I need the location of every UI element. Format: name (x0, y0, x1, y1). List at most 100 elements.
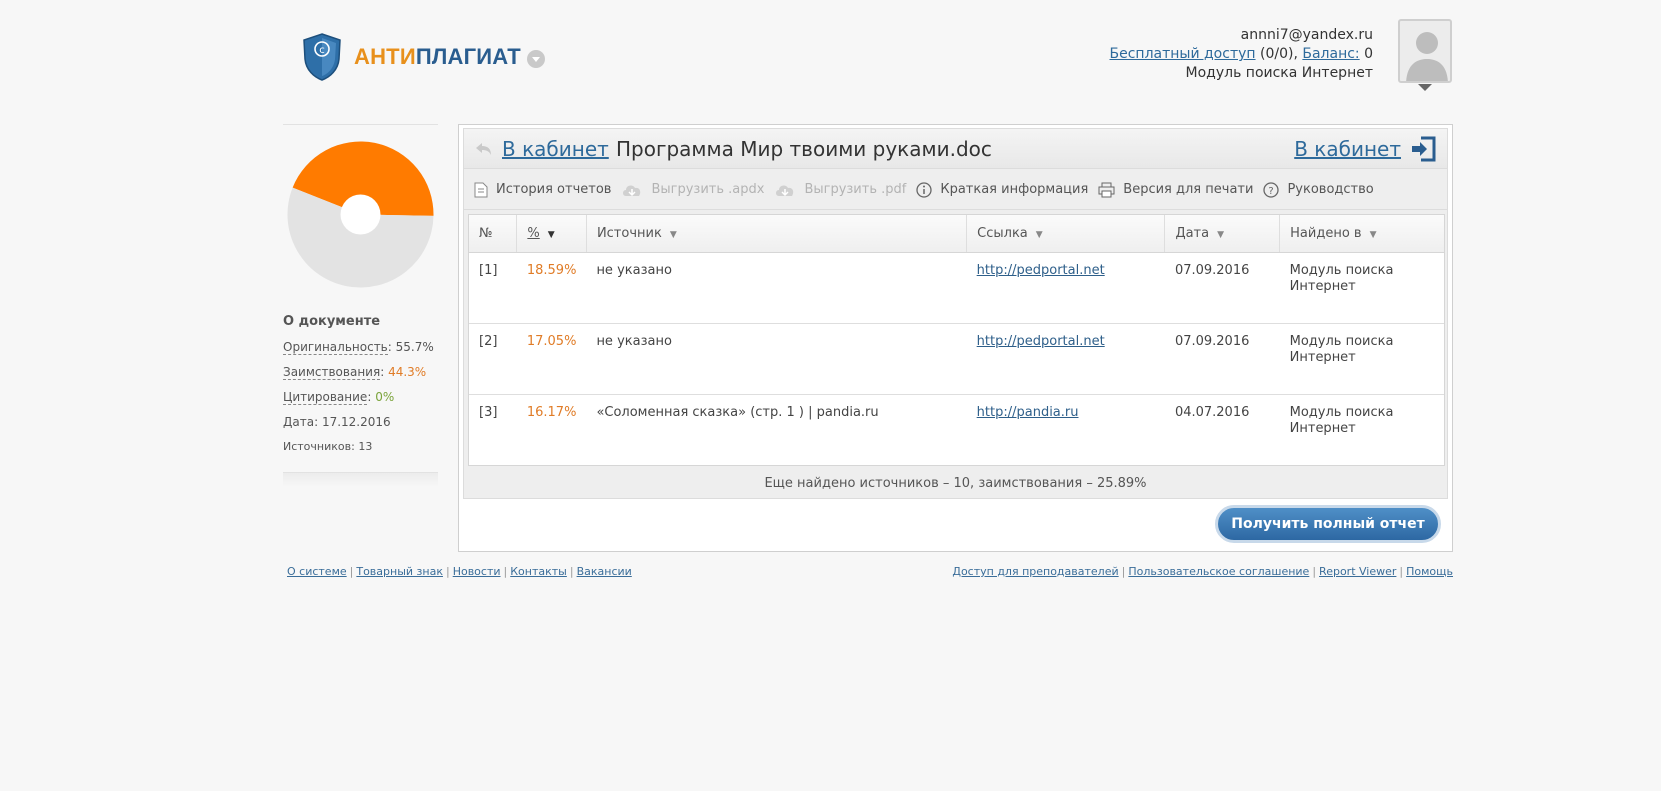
row-percent: 16.17% (526, 404, 577, 420)
export-pdf-label: Выгрузить .pdf (804, 182, 907, 197)
history-button[interactable]: История отчетов (474, 182, 611, 198)
shield-logo-icon: c (303, 33, 341, 81)
search-module: Модуль поиска Интернет (1185, 65, 1373, 81)
row-found-in: Модуль поиска Интернет (1289, 404, 1394, 436)
export-pdf-button[interactable]: Выгрузить .pdf (774, 182, 906, 197)
export-apdx-button[interactable]: Выгрузить .apdx (621, 182, 764, 197)
footer-left-links: О системе | Товарный знак | Новости | Контакты… (287, 565, 632, 578)
brief-info-label: Краткая информация (940, 182, 1089, 197)
column-header-source[interactable]: Источник ▼ (586, 215, 968, 253)
back-to-cabinet-link[interactable]: В кабинет (502, 137, 609, 161)
table-row[interactable]: [1] 18.59% не указано http://pedportal.n… (469, 252, 1444, 324)
info-icon (916, 181, 932, 198)
svg-text:?: ? (1269, 186, 1274, 197)
footer-link-teachers[interactable]: Доступ для преподавателей (952, 565, 1118, 578)
sidebar-divider (283, 472, 438, 487)
sort-down-icon: ▼ (669, 229, 677, 240)
sources-table: № % ▼ Источник ▼ Ссылка ▼ Дата ▼ Найдено в ▼ … (469, 215, 1444, 465)
logo[interactable]: c АНТИПЛАГИАТ (302, 33, 545, 81)
avatar[interactable] (1398, 19, 1452, 83)
row-link[interactable]: http://pedportal.net (977, 263, 1105, 278)
row-source: «Соломенная сказка» (стр. 1 ) | pandia.r… (596, 404, 879, 420)
footer-link-news[interactable]: Новости (453, 565, 501, 578)
date-value: 17.12.2016 (321, 415, 391, 429)
column-header-percent[interactable]: % ▼ (516, 215, 587, 253)
printer-icon (1098, 182, 1115, 197)
footer-link-contacts[interactable]: Контакты (510, 565, 567, 578)
chevron-down-icon[interactable] (526, 50, 545, 68)
borrowing-stat: Заимствования: 44.3% (283, 365, 427, 380)
column-header-link[interactable]: Ссылка ▼ (966, 215, 1166, 253)
pie-center-hole (340, 194, 381, 235)
guide-button[interactable]: ? Руководство (1263, 181, 1374, 198)
cabinet-link[interactable]: В кабинет (1294, 137, 1401, 161)
row-source: не указано (586, 323, 967, 395)
borrowing-label[interactable]: Заимствования (283, 365, 381, 380)
column-header-found-in[interactable]: Найдено в ▼ (1279, 215, 1444, 253)
balance-link[interactable]: Баланс: (1302, 46, 1359, 62)
row-link[interactable]: http://pandia.ru (977, 405, 1079, 420)
document-info-title: О документе (283, 314, 381, 329)
footer-link-help[interactable]: Помощь (1406, 565, 1453, 578)
brief-info-button[interactable]: Краткая информация (916, 181, 1089, 198)
back-arrow-icon[interactable] (474, 139, 494, 159)
footer-right-links: Доступ для преподавателей | Пользовательск… (952, 565, 1453, 578)
table-row[interactable]: [2] 17.05% не указано http://pedportal.n… (469, 323, 1444, 395)
row-link[interactable]: http://pedportal.net (977, 334, 1105, 349)
footer-link-agreement[interactable]: Пользовательское соглашение (1128, 565, 1309, 578)
exit-icon[interactable] (1409, 135, 1437, 163)
column-header-num: № (469, 215, 518, 253)
user-silhouette-icon (1406, 32, 1448, 81)
document-icon (474, 182, 488, 197)
logo-text: АНТИПЛАГИАТ (354, 44, 521, 69)
originality-pie-chart (287, 141, 434, 288)
table-row[interactable]: [3] 16.17% «Соломенная сказка» (стр. 1 )… (469, 394, 1444, 465)
document-sidebar: О документе Оригинальность: 55.7% Заимст… (283, 124, 438, 487)
citation-label[interactable]: Цитирование (283, 390, 368, 405)
report-panel: В кабинет Программа Мир твоими руками.do… (458, 124, 1453, 552)
export-apdx-label: Выгрузить .apdx (651, 182, 765, 197)
print-version-label: Версия для печати (1123, 182, 1254, 197)
row-num: [2] (469, 323, 517, 395)
sources-label: Источников: (283, 440, 355, 453)
access-line: Бесплатный доступ (0/0), Баланс: 0 (1110, 45, 1374, 64)
date-stat: Дата: 17.12.2016 (283, 415, 391, 429)
free-access-link[interactable]: Бесплатный доступ (1110, 46, 1256, 62)
footer-link-about[interactable]: О системе (287, 565, 347, 578)
svg-text:c: c (319, 45, 325, 56)
sources-value: 13 (358, 440, 373, 453)
user-info: annni7@yandex.ru Бесплатный доступ (0/0)… (1110, 26, 1374, 83)
citation-value: 0% (375, 390, 395, 404)
cloud-download-icon (623, 185, 641, 196)
cloud-download-icon (776, 185, 794, 196)
date-label: Дата: (283, 415, 319, 429)
document-name: Программа Мир твоими руками.doc (616, 137, 992, 161)
originality-stat: Оригинальность: 55.7% (283, 340, 434, 355)
sources-stat: Источников: 13 (283, 440, 372, 453)
row-source: не указано (586, 252, 967, 324)
originality-label[interactable]: Оригинальность (283, 340, 388, 355)
get-full-report-button[interactable]: Получить полный отчет (1215, 505, 1441, 543)
table-header-row: № % ▼ Источник ▼ Ссылка ▼ Дата ▼ Найдено в ▼ (469, 215, 1444, 253)
row-found-in: Модуль поиска Интернет (1279, 323, 1444, 395)
sort-down-icon: ▼ (1217, 229, 1225, 240)
column-header-date[interactable]: Дата ▼ (1164, 215, 1281, 253)
row-date: 07.09.2016 (1164, 252, 1280, 324)
caret-down-icon[interactable] (1418, 84, 1432, 91)
row-percent: 17.05% (516, 323, 587, 395)
footer-link-vacancies[interactable]: Вакансии (577, 565, 632, 578)
row-found-in: Модуль поиска Интернет (1279, 252, 1444, 324)
print-version-button[interactable]: Версия для печати (1098, 182, 1253, 198)
report-inner: В кабинет Программа Мир твоими руками.do… (463, 128, 1448, 499)
footer-link-report-viewer[interactable]: Report Viewer (1319, 565, 1396, 578)
more-sources-summary: Еще найдено источников – 10, заимствован… (764, 476, 1147, 491)
row-date: 07.09.2016 (1164, 323, 1280, 395)
report-title-bar: В кабинет Программа Мир твоими руками.do… (464, 129, 1447, 169)
citation-stat: Цитирование: 0% (283, 390, 395, 405)
footer-link-trademark[interactable]: Товарный знак (356, 565, 443, 578)
report-toolbar: История отчетов Выгрузить .apdx Выгрузит… (464, 170, 1447, 210)
free-access-value: (0/0), (1255, 46, 1303, 62)
sources-table-container: № % ▼ Источник ▼ Ссылка ▼ Дата ▼ Найдено в ▼ … (468, 214, 1445, 466)
user-email: annni7@yandex.ru (1240, 27, 1373, 43)
row-date: 04.07.2016 (1174, 404, 1250, 420)
